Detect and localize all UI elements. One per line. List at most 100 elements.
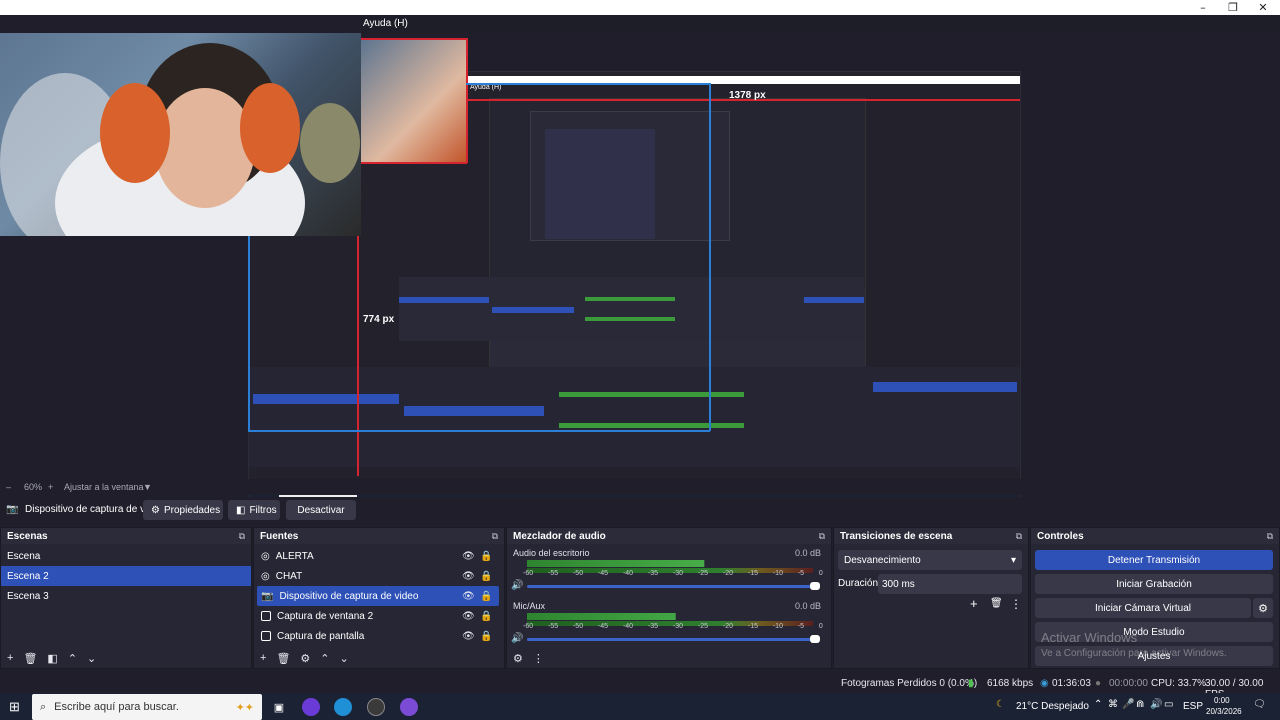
lock-icon[interactable]: 🔒 xyxy=(480,591,492,602)
notification-icon[interactable]: 🗨 xyxy=(1253,699,1266,710)
cpu-usage: CPU: 33.7% xyxy=(1151,678,1207,689)
speaker-icon[interactable]: 🔊 xyxy=(511,633,523,644)
volume-knob[interactable] xyxy=(810,635,820,643)
source-item[interactable]: Captura de pantalla 👁 🔒 xyxy=(257,626,499,646)
mixer-title: Mezclador de audio xyxy=(513,531,606,542)
preview-area[interactable]: Ayuda (H) 1378 px 774 px xyxy=(0,33,1280,508)
wifi-icon[interactable]: ⋒ xyxy=(1136,699,1144,710)
filters-button[interactable]: ◧ Filtros xyxy=(228,500,280,520)
fit-window-label[interactable]: Ajustar a la ventana xyxy=(64,482,144,492)
weather[interactable]: 21°C Despejado xyxy=(1016,701,1089,712)
audio-mixer-dock: Mezclador de audio ⧉ Audio del escritorio… xyxy=(506,527,832,669)
eye-icon[interactable]: 👁 xyxy=(462,551,475,562)
clock-date[interactable]: 20/3/2026 xyxy=(1206,707,1242,716)
lock-icon[interactable]: 🔒 xyxy=(480,571,492,582)
filter-icon[interactable]: ◧ xyxy=(47,652,57,665)
eye-icon[interactable]: 👁 xyxy=(462,591,475,602)
mic-icon[interactable]: 🎤 xyxy=(1122,699,1134,710)
db-tick: -60 xyxy=(523,623,534,630)
db-tick: -50 xyxy=(572,623,584,630)
zoom-in-button[interactable]: + xyxy=(48,482,53,492)
more-menu-icon[interactable]: ⋮ xyxy=(533,652,544,665)
db-tick: -30 xyxy=(672,570,684,577)
scene-item[interactable]: Escena xyxy=(1,546,251,566)
move-up-icon[interactable]: ⌃ xyxy=(68,652,77,665)
undock-icon[interactable]: ⧉ xyxy=(819,531,825,541)
more-menu-icon[interactable]: ⋮ xyxy=(1010,597,1022,611)
volume-slider[interactable] xyxy=(527,582,820,590)
undock-icon[interactable]: ⧉ xyxy=(239,531,245,541)
zoom-out-button[interactable]: – xyxy=(6,482,11,492)
level-meter xyxy=(527,613,676,620)
duration-value: 300 ms xyxy=(882,578,915,590)
network-icon[interactable]: ⌘ xyxy=(1108,699,1118,710)
trash-icon[interactable]: 🗑 xyxy=(23,652,37,665)
browser-icon: ◎ xyxy=(261,550,270,562)
eye-icon[interactable]: 👁 xyxy=(462,611,475,622)
source-item[interactable]: ◎ ALERTA 👁 🔒 xyxy=(257,546,499,566)
taskbar-search[interactable]: ⌕ Escribe aquí para buscar. ✦✦ xyxy=(32,694,262,720)
undock-icon[interactable]: ⧉ xyxy=(1267,531,1273,541)
virtual-camera-button[interactable]: Iniciar Cámara Virtual xyxy=(1035,598,1251,618)
undock-icon[interactable]: ⧉ xyxy=(1016,531,1022,541)
db-tick: -15 xyxy=(747,623,758,630)
source-item-selected[interactable]: 📷 Dispositivo de captura de video 👁 🔒 xyxy=(257,586,499,606)
duration-field[interactable]: 300 ms xyxy=(878,574,1022,594)
gear-icon[interactable]: ⚙ xyxy=(300,652,310,665)
volume-icon[interactable]: 🔊 xyxy=(1150,699,1162,710)
deactivate-button[interactable]: Desactivar xyxy=(286,500,356,520)
sources-dock: Fuentes ⧉ ◎ ALERTA 👁 🔒 ◎ CHAT 👁 🔒 📷 Dispositivo … xyxy=(253,527,505,669)
language[interactable]: ESP xyxy=(1183,701,1203,712)
source-item[interactable]: ◎ CHAT 👁 🔒 xyxy=(257,566,499,586)
scene-item[interactable]: Escena 3 xyxy=(1,586,251,606)
restore-button[interactable]: ❐ xyxy=(1218,1,1248,14)
move-down-icon[interactable]: ⌄ xyxy=(340,652,349,665)
properties-button[interactable]: ⚙ Propiedades xyxy=(143,500,223,520)
zoom-dropdown-icon[interactable]: ▼ xyxy=(143,482,152,492)
lock-icon[interactable]: 🔒 xyxy=(480,551,492,562)
lock-icon[interactable]: 🔒 xyxy=(480,631,492,642)
db-tick: -15 xyxy=(747,570,758,577)
db-tick: 0 xyxy=(818,623,823,630)
move-up-icon[interactable]: ⌃ xyxy=(320,652,329,665)
scene-item-selected[interactable]: Escena 2 xyxy=(1,566,251,586)
add-source-button[interactable]: + xyxy=(260,652,266,664)
menu-help[interactable]: Ayuda (H) xyxy=(363,18,408,29)
db-tick: -20 xyxy=(722,623,733,630)
task-view-icon[interactable]: ▣ xyxy=(270,698,288,716)
transition-select[interactable]: Desvanecimiento ▾ xyxy=(838,550,1022,570)
gear-icon[interactable]: ⚙ xyxy=(1253,598,1273,618)
clock-time[interactable]: 0:00 xyxy=(1214,696,1230,705)
obs-icon[interactable] xyxy=(367,698,385,716)
speaker-icon[interactable]: 🔊 xyxy=(511,580,523,591)
battery-icon[interactable]: ▭ xyxy=(1164,699,1173,710)
windows-start-icon[interactable]: ⊞ xyxy=(9,699,20,715)
volume-slider[interactable] xyxy=(527,635,820,643)
db-tick: -35 xyxy=(647,623,659,630)
eye-icon[interactable]: 👁 xyxy=(462,631,475,642)
source-item[interactable]: Captura de ventana 2 👁 🔒 xyxy=(257,606,499,626)
trash-icon[interactable]: 🗑 xyxy=(990,598,1003,609)
add-transition-button[interactable]: + xyxy=(970,596,978,611)
trash-icon[interactable]: 🗑 xyxy=(276,652,290,665)
minimize-button[interactable]: – xyxy=(1188,1,1218,14)
stop-stream-button[interactable]: Detener Transmisión xyxy=(1035,550,1273,570)
move-down-icon[interactable]: ⌄ xyxy=(87,652,96,665)
discord-icon[interactable] xyxy=(400,698,418,716)
search-icon: ⌕ xyxy=(40,700,47,713)
lock-icon[interactable]: 🔒 xyxy=(480,611,492,622)
close-button[interactable]: ✕ xyxy=(1248,1,1278,14)
nested-menu-help: Ayuda (H) xyxy=(470,84,502,91)
copilot-icon[interactable] xyxy=(302,698,320,716)
monitor-icon xyxy=(261,631,271,641)
chevron-up-icon[interactable]: ⌃ xyxy=(1094,699,1102,710)
gear-icon[interactable]: ⚙ xyxy=(513,652,523,665)
undock-icon[interactable]: ⧉ xyxy=(492,531,498,541)
sparkle-icon: ✦✦ xyxy=(235,701,254,714)
add-scene-button[interactable]: + xyxy=(7,652,13,664)
edge-icon[interactable] xyxy=(334,698,352,716)
volume-knob[interactable] xyxy=(810,582,820,590)
eye-icon[interactable]: 👁 xyxy=(462,571,475,582)
camera-icon: 📷 xyxy=(6,504,19,515)
start-recording-button[interactable]: Iniciar Grabación xyxy=(1035,574,1273,594)
